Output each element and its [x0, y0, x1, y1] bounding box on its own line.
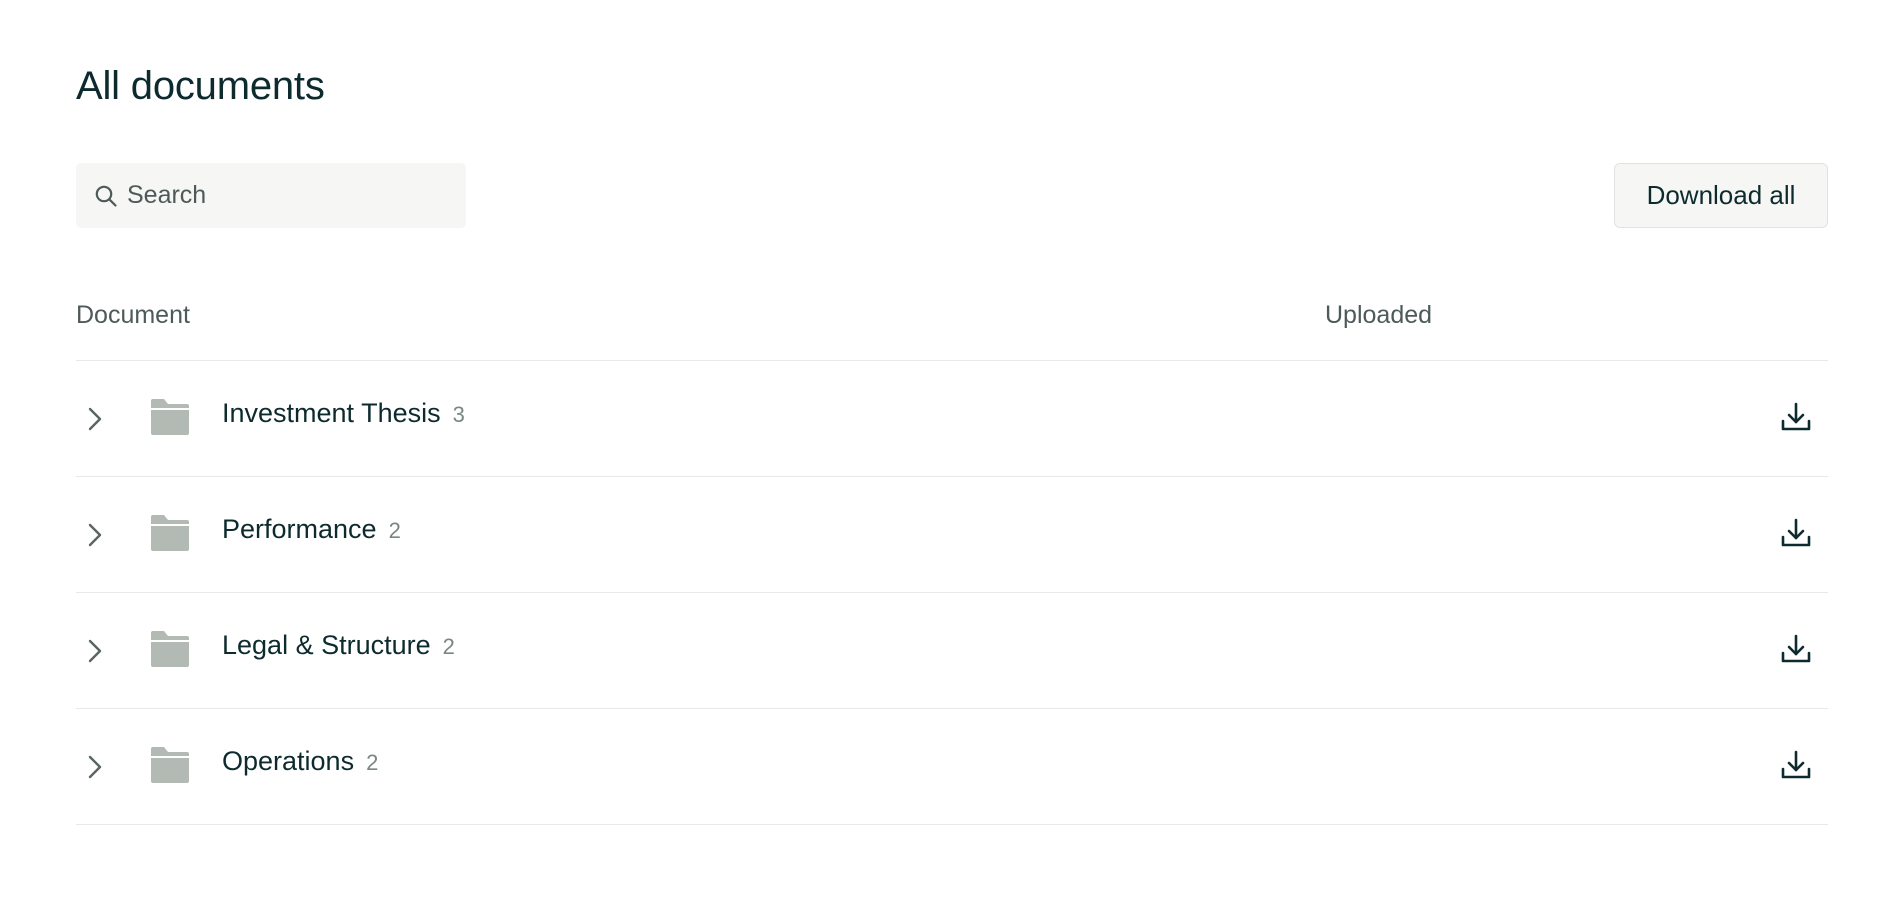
folder-icon [151, 747, 189, 783]
folder-name-text: Legal & Structure [222, 630, 431, 660]
download-icon[interactable] [1780, 749, 1812, 781]
download-icon[interactable] [1780, 401, 1812, 433]
search-input[interactable] [127, 181, 447, 210]
folder-icon [151, 399, 189, 435]
download-all-button[interactable]: Download all [1614, 163, 1828, 228]
folder-row-investment-thesis[interactable]: Investment Thesis 3 [76, 361, 1828, 477]
chevron-right-icon[interactable] [84, 751, 106, 783]
download-icon[interactable] [1780, 517, 1812, 549]
folder-row-operations[interactable]: Operations 2 [76, 709, 1828, 825]
search-box[interactable] [76, 163, 466, 228]
document-count: 2 [366, 750, 379, 775]
folder-name-text: Performance [222, 514, 377, 544]
folder-name: Investment Thesis 3 [222, 398, 465, 429]
folder-row-legal-structure[interactable]: Legal & Structure 2 [76, 593, 1828, 709]
folder-name: Legal & Structure 2 [222, 630, 455, 661]
document-count: 3 [452, 402, 465, 427]
table-header: Document Uploaded [76, 288, 1828, 361]
search-icon [94, 184, 118, 208]
toolbar: Download all [76, 163, 1828, 228]
folder-icon [151, 631, 189, 667]
folder-name: Operations 2 [222, 746, 378, 777]
chevron-right-icon[interactable] [84, 635, 106, 667]
column-header-document: Document [76, 301, 190, 329]
folder-icon [151, 515, 189, 551]
page-title: All documents [76, 64, 325, 108]
chevron-right-icon[interactable] [84, 519, 106, 551]
folder-row-performance[interactable]: Performance 2 [76, 477, 1828, 593]
folder-name-text: Operations [222, 746, 355, 776]
column-header-uploaded: Uploaded [1325, 301, 1433, 329]
document-count: 2 [388, 518, 401, 543]
folder-name-text: Investment Thesis [222, 398, 441, 428]
chevron-right-icon[interactable] [84, 403, 106, 435]
download-icon[interactable] [1780, 633, 1812, 665]
document-count: 2 [442, 634, 455, 659]
folder-name: Performance 2 [222, 514, 401, 545]
documents-table: Document Uploaded Investment Thesis 3 Per… [76, 288, 1828, 825]
